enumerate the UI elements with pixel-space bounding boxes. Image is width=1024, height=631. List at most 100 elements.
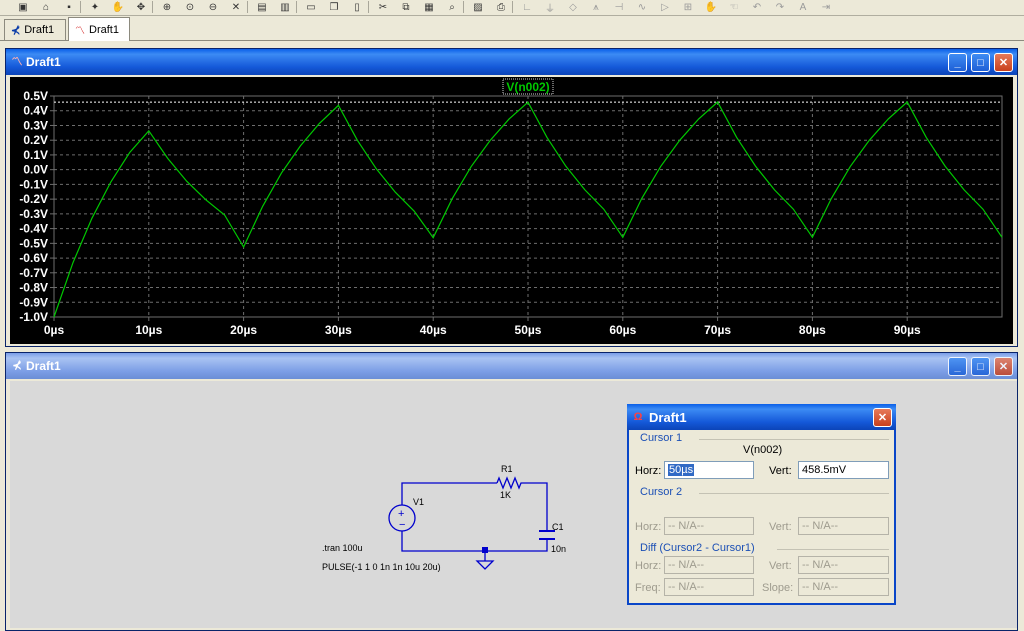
capacitor-icon[interactable]: ⊣ [610, 0, 628, 14]
waveform-window-titlebar[interactable]: 〽 Draft1 _ □ ✕ [6, 49, 1017, 75]
drag-icon[interactable]: ☜ [725, 0, 743, 14]
toolbar-separator [247, 1, 248, 13]
close-button[interactable]: ✕ [873, 408, 892, 427]
waveform-icon: 〽 [75, 26, 85, 37]
close-button[interactable]: ✕ [994, 357, 1013, 376]
wire [401, 533, 548, 552]
zoom-in-icon[interactable]: ⊕ [158, 0, 176, 14]
y-tick-label: -1.0V [19, 310, 48, 324]
x-tick-label: 60µs [609, 323, 636, 337]
zoom-area-icon[interactable]: ⊙ [181, 0, 199, 14]
inductor-icon[interactable]: ∿ [633, 0, 651, 14]
schematic-window-titlebar[interactable]: ⊀ Draft1 _ □ ✕ [6, 353, 1017, 379]
y-tick-label: 0.0V [23, 163, 48, 177]
waveform-icon: 〽 [11, 56, 23, 68]
document-tab-bar: ⊀ Draft1 〽 Draft1 [0, 17, 1024, 41]
y-tick-label: -0.2V [19, 192, 48, 206]
y-tick-label: 0.4V [23, 104, 48, 118]
save-icon[interactable]: ▪ [60, 0, 78, 14]
waveform-window[interactable]: 〽 Draft1 _ □ ✕ 0µs 10µs 20µs 30µs 40µs 50µs 60… [5, 48, 1018, 347]
diff-group-label: Diff (Cursor2 - Cursor1) [640, 542, 755, 554]
waveform-plot[interactable]: 0µs 10µs 20µs 30µs 40µs 50µs 60µs 70µs 80µs 90µs 0… [10, 77, 1013, 344]
diff-horz-field: -- N/A-- [664, 556, 754, 574]
cursor1-group-label: Cursor 1 [640, 432, 683, 444]
capacitor-c1[interactable] [539, 530, 555, 540]
find-icon[interactable]: ⌕ [443, 0, 461, 14]
wire-icon[interactable]: ∟ [518, 0, 536, 14]
pulse-directive: PULSE(-1 1 0 1n 1n 10u 20u) [322, 562, 441, 572]
cursor-dialog[interactable]: Ω Draft1 ✕ Cursor 1 V(n002) Horz: 50µs V… [627, 404, 896, 605]
y-tick-label: -0.1V [19, 177, 48, 191]
autorange-icon[interactable]: ▤ [253, 0, 271, 14]
component-icon[interactable]: ⊞ [679, 0, 697, 14]
y-tick-label: -0.7V [19, 266, 48, 280]
cursor2-group-label: Cursor 2 [640, 486, 683, 498]
pan-icon[interactable]: ✥ [132, 0, 150, 14]
y-tick-label: 0.5V [23, 89, 48, 103]
cursor-dialog-titlebar[interactable]: Ω Draft1 ✕ [627, 404, 896, 430]
close-button[interactable]: ✕ [994, 53, 1013, 72]
text-icon[interactable]: A [794, 0, 812, 14]
group-divider [777, 549, 889, 550]
cut-icon[interactable]: ✂ [374, 0, 392, 14]
halt-icon[interactable]: ✋ [109, 0, 127, 14]
open-icon[interactable]: ⌂ [37, 0, 55, 14]
autorange-x-icon[interactable]: ▥ [276, 0, 294, 14]
window-title: Draft1 [26, 359, 61, 373]
tab-label: Draft1 [24, 24, 55, 36]
toolbar-separator [368, 1, 369, 13]
cursor-icon: Ω [633, 411, 643, 423]
print-icon[interactable]: ⎙ [492, 0, 510, 14]
redo-icon[interactable]: ↷ [771, 0, 789, 14]
new-schematic-icon[interactable]: ▣ [14, 0, 32, 14]
junction-dot [482, 547, 488, 553]
tab-schematic-draft1[interactable]: ⊀ Draft1 [4, 19, 66, 40]
cursor1-trace-name: V(n002) [743, 444, 783, 456]
run-icon[interactable]: ✦ [86, 0, 104, 14]
diff-slope-field: -- N/A-- [798, 578, 889, 596]
zoom-out-icon[interactable]: ⊖ [204, 0, 222, 14]
x-tick-label: 0µs [44, 323, 65, 337]
x-tick-label: 50µs [515, 323, 542, 337]
tran-directive: .tran 100u [322, 543, 363, 553]
tab-waveform-draft1[interactable]: 〽 Draft1 [68, 17, 130, 41]
schematic-icon: ⊀ [12, 360, 22, 372]
undo-icon[interactable]: ↶ [748, 0, 766, 14]
y-tick-label: -0.9V [19, 295, 48, 309]
resistor-r1[interactable] [496, 476, 523, 490]
maximize-button[interactable]: □ [971, 53, 990, 72]
source-name-label: V1 [413, 497, 424, 507]
cursor1-horz-field[interactable]: 50µs [664, 461, 754, 479]
plot-pane[interactable]: 0µs 10µs 20µs 30µs 40µs 50µs 60µs 70µs 80µs 90µs 0… [10, 77, 1013, 344]
print-preview-icon[interactable]: ▨ [469, 0, 487, 14]
tile-vertical-icon[interactable]: ▯ [348, 0, 366, 14]
minimize-button[interactable]: _ [948, 357, 967, 376]
ground-symbol[interactable] [475, 560, 495, 570]
paste-icon[interactable]: ▦ [420, 0, 438, 14]
minimize-button[interactable]: _ [948, 53, 967, 72]
y-tick-label: 0.1V [23, 148, 48, 162]
capacitor-name-label: C1 [552, 522, 564, 532]
x-tick-label: 80µs [799, 323, 826, 337]
move-icon[interactable]: ✋ [702, 0, 720, 14]
main-toolbar: ▣ ⌂ ▪ ✦ ✋ ✥ ⊕ ⊙ ⊖ ✕ ▤ ▥ ▭ ❐ ▯ ✂ ⧉ ▦ ⌕ ▨ ⎙ ∟ ⏚ ◇ ⩚ ⊣ ∿ ▷ ⊞ ✋ ☜ ↶ ↷ A ⇥ [0, 0, 1024, 16]
voltage-source-v1[interactable]: + − [388, 499, 416, 533]
ground-icon[interactable]: ⏚ [541, 0, 559, 15]
y-tick-label: -0.4V [19, 222, 48, 236]
cursor1-vert-label: Vert: [769, 465, 792, 477]
maximize-button[interactable]: □ [971, 357, 990, 376]
spice-directive-icon[interactable]: ⇥ [817, 0, 835, 14]
zoom-cancel-icon[interactable]: ✕ [227, 0, 245, 14]
diff-freq-label: Freq: [635, 582, 661, 594]
group-divider [699, 439, 889, 440]
label-icon[interactable]: ◇ [564, 0, 582, 14]
diff-vert-field: -- N/A-- [798, 556, 889, 574]
cascade-icon[interactable]: ❐ [325, 0, 343, 14]
tile-horizontal-icon[interactable]: ▭ [302, 0, 320, 14]
diode-icon[interactable]: ▷ [656, 0, 674, 14]
copy-icon[interactable]: ⧉ [397, 0, 415, 14]
y-tick-label: -0.3V [19, 207, 48, 221]
resistor-icon[interactable]: ⩚ [587, 0, 605, 14]
cursor1-vert-field[interactable]: 458.5mV [798, 461, 889, 479]
schematic-icon: ⊀ [11, 24, 21, 37]
